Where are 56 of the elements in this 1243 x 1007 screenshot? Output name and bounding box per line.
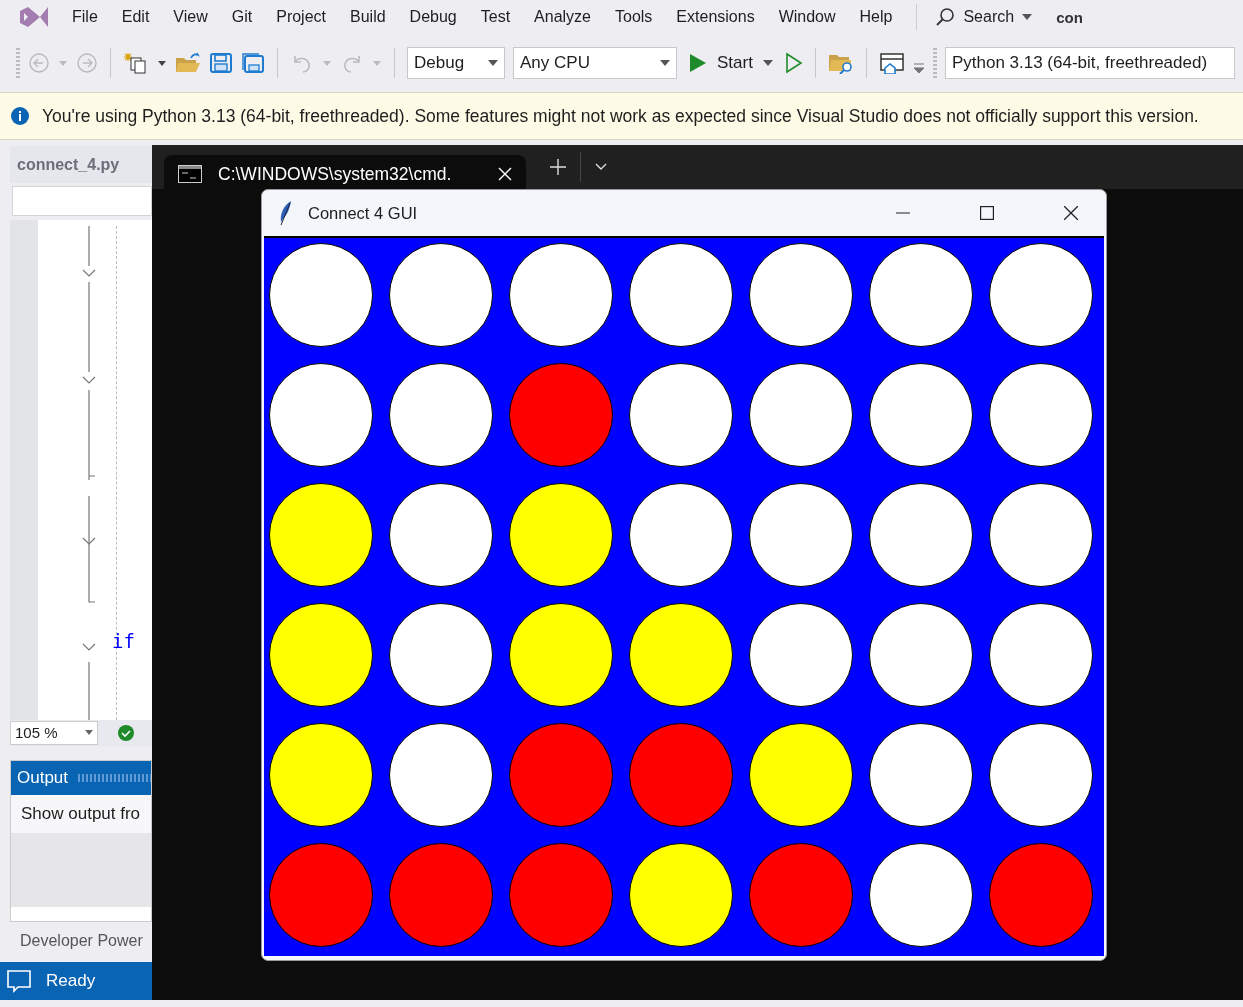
- drag-handle[interactable]: [78, 773, 151, 782]
- menu-item[interactable]: Extensions: [664, 4, 767, 30]
- menu-item[interactable]: File: [60, 4, 110, 30]
- configuration-dropdown[interactable]: Debug: [407, 47, 505, 79]
- folder-search-icon[interactable]: [827, 52, 854, 74]
- menu-item[interactable]: Analyze: [522, 4, 603, 30]
- status-text: Ready: [46, 971, 96, 991]
- caret-icon: [660, 60, 670, 66]
- play-icon: [689, 53, 707, 73]
- new-project-icon[interactable]: [123, 52, 149, 74]
- tab-title: C:\WINDOWS\system32\cmd.: [218, 163, 453, 185]
- terminal-icon: [178, 165, 202, 183]
- menu-item[interactable]: Test: [468, 4, 523, 30]
- menu-item[interactable]: Git: [219, 4, 265, 30]
- panel-title: Output: [17, 767, 69, 788]
- window-title: Connect 4 GUI: [308, 203, 419, 223]
- search-icon: [935, 7, 956, 27]
- caret-icon: [488, 60, 498, 66]
- menu-item[interactable]: Build: [338, 4, 398, 30]
- menu-item[interactable]: Debug: [397, 4, 469, 30]
- feather-icon: [278, 200, 294, 226]
- search-box[interactable]: Search: [929, 3, 1039, 31]
- notification-icon: [6, 969, 32, 993]
- code-keyword: if: [112, 630, 135, 653]
- start-without-debugging-icon[interactable]: [784, 52, 803, 74]
- terminal-tab[interactable]: C:\WINDOWS\system32\cmd.: [164, 155, 526, 189]
- file-tab[interactable]: connect_4.py: [10, 146, 152, 184]
- solution-name: con: [1056, 8, 1083, 26]
- check-icon: [118, 724, 134, 741]
- caret-icon: [85, 730, 93, 736]
- plus-icon[interactable]: [550, 159, 566, 175]
- caret-icon: [1022, 14, 1033, 20]
- chevron-down-icon[interactable]: [595, 163, 607, 171]
- info-icon: [10, 106, 30, 126]
- menu-item[interactable]: Tools: [603, 4, 665, 30]
- open-folder-icon[interactable]: [175, 52, 201, 74]
- search-label: Search: [963, 8, 1015, 26]
- zoom-dropdown[interactable]: 105 %: [10, 720, 98, 745]
- environment-dropdown[interactable]: Python 3.13 (64-bit, freethreaded): [944, 47, 1235, 79]
- menu-item[interactable]: Help: [847, 4, 905, 30]
- output-source-label: Show output fro: [11, 794, 151, 833]
- maximize-icon: [980, 206, 994, 220]
- window-home-icon[interactable]: [878, 52, 905, 74]
- start-button[interactable]: Start: [685, 53, 777, 73]
- platform-dropdown[interactable]: Any CPU: [513, 47, 677, 79]
- menu-item[interactable]: View: [161, 4, 220, 30]
- save-icon[interactable]: [209, 52, 233, 74]
- menu-item[interactable]: Window: [766, 4, 848, 30]
- menu-item[interactable]: Edit: [109, 4, 162, 30]
- menu-item[interactable]: Project: [264, 4, 338, 30]
- close-icon[interactable]: [498, 167, 512, 181]
- close-icon: [1064, 206, 1078, 220]
- save-all-icon[interactable]: [241, 52, 265, 74]
- panel-tab[interactable]: Developer Power: [10, 921, 152, 961]
- caret-icon: [762, 60, 773, 66]
- info-message: You're using Python 3.13 (64-bit, freethreaded). Some features might not work as expected since Visual Studio does not officially support this version.: [42, 105, 1199, 127]
